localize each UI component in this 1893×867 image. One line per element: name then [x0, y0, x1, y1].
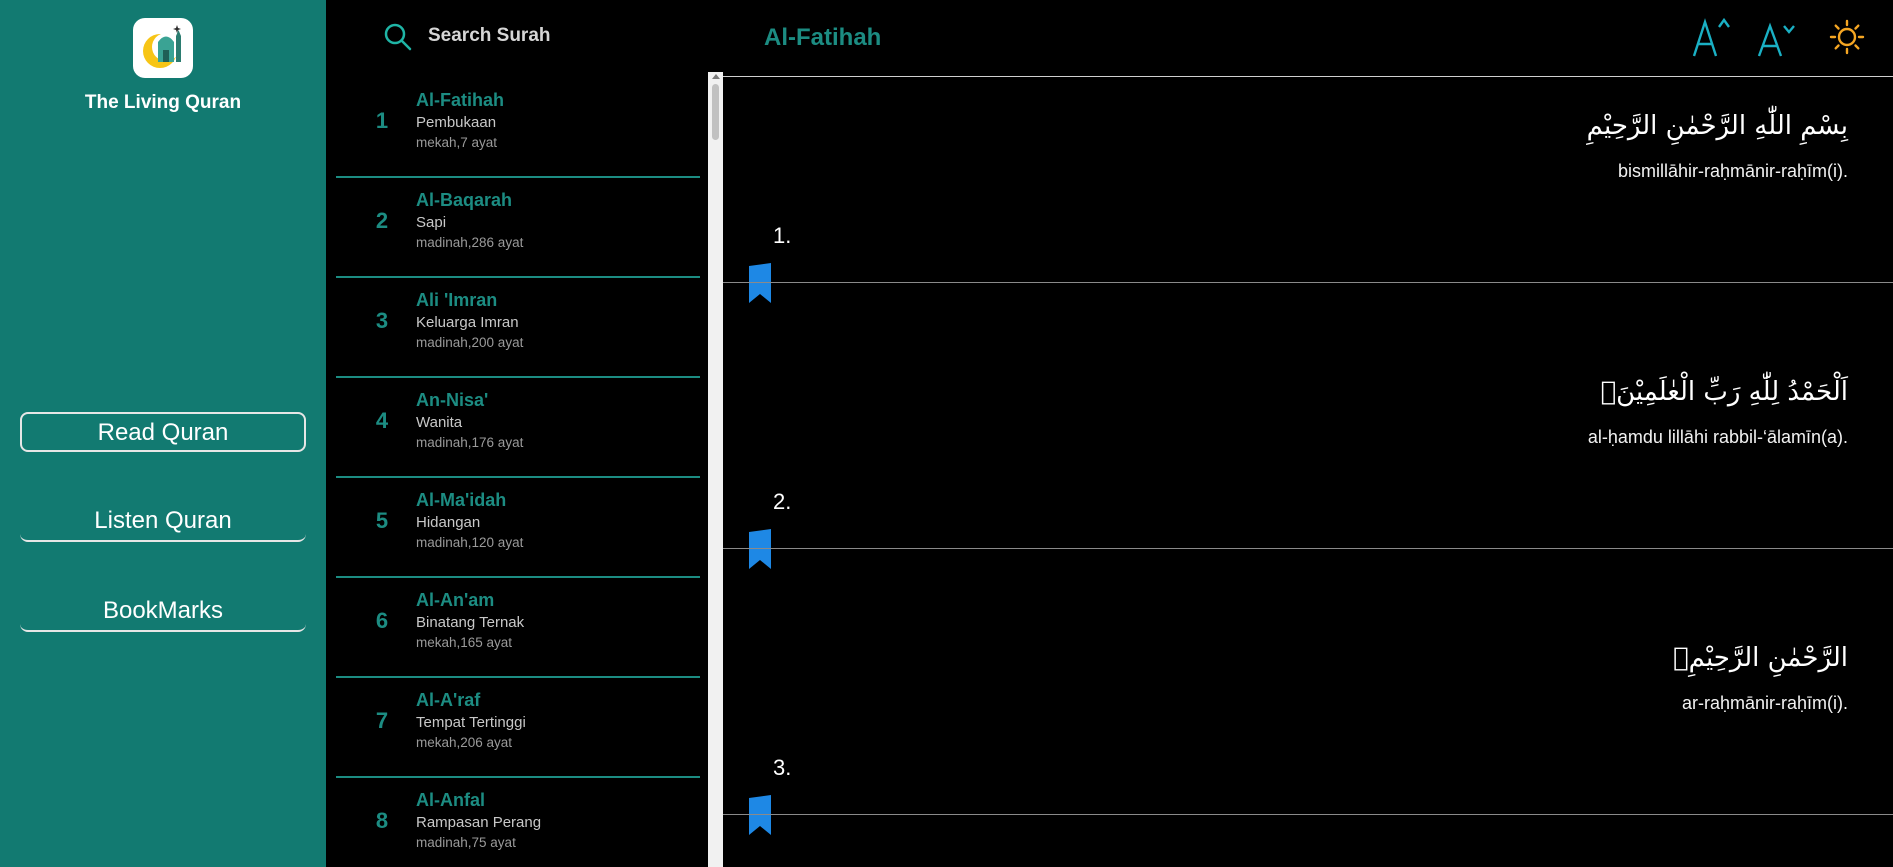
- surah-info: mekah,165 ayat: [416, 635, 513, 650]
- surah-meaning: Binatang Ternak: [416, 614, 525, 631]
- surah-item[interactable]: 6 Al-An'am Binatang Ternak mekah,165 aya…: [336, 578, 700, 678]
- surah-info: madinah,176 ayat: [416, 435, 524, 450]
- surah-number: 7: [375, 708, 389, 733]
- reader-title: Al-Fatihah: [764, 24, 882, 51]
- surah-item[interactable]: 1 Al-Fatihah Pembukaan mekah,7 ayat: [336, 78, 700, 178]
- verse-divider: [723, 282, 1893, 283]
- verse-latin: ar-raḥmānir-raḥīm(i).: [1681, 693, 1848, 713]
- verse-latin: al-ḥamdu lillāhi rabbil-‘ālamīn(a).: [1587, 427, 1848, 447]
- verse-number: 2.: [773, 489, 792, 514]
- surah-info: madinah,75 ayat: [416, 835, 516, 850]
- increase-font-button[interactable]: [1690, 14, 1736, 60]
- surah-meaning: Rampasan Perang: [416, 814, 542, 831]
- surah-number: 3: [375, 308, 389, 333]
- font-decrease-icon: [1757, 22, 1795, 57]
- bookmark-icon[interactable]: [747, 529, 773, 569]
- surah-info: madinah,120 ayat: [416, 535, 524, 550]
- surah-item[interactable]: 8 Al-Anfal Rampasan Perang madinah,75 ay…: [336, 778, 700, 867]
- surah-number: 4: [375, 408, 389, 433]
- surah-number: 8: [375, 808, 389, 833]
- scroll-thumb[interactable]: [712, 84, 719, 140]
- bookmark-icon[interactable]: [747, 795, 773, 835]
- nav-read-quran[interactable]: Read Quran: [20, 412, 306, 452]
- verse-arabic: بِسْمِ اللّٰهِ الرَّحْمٰنِ الرَّحِيْمِ: [1586, 111, 1848, 141]
- verse-number: 1.: [773, 223, 792, 248]
- surah-item[interactable]: 2 Al-Baqarah Sapi madinah,286 ayat: [336, 178, 700, 278]
- verse-divider: [723, 814, 1893, 815]
- nav-bookmarks[interactable]: BookMarks: [20, 592, 306, 632]
- verse: بِسْمِ اللّٰهِ الرَّحْمٰنِ الرَّحِيْمِ b…: [723, 77, 1893, 343]
- app-logo: [133, 18, 193, 78]
- bookmark-icon[interactable]: [747, 263, 773, 303]
- surah-meaning: Hidangan: [416, 514, 481, 531]
- nav-listen-quran[interactable]: Listen Quran: [20, 502, 306, 542]
- surah-name: An-Nisa': [416, 390, 489, 410]
- verse-divider: [723, 548, 1893, 549]
- decrease-font-button[interactable]: [1755, 14, 1801, 60]
- surah-info: madinah,200 ayat: [416, 335, 524, 350]
- surah-item[interactable]: 5 Al-Ma'idah Hidangan madinah,120 ayat: [336, 478, 700, 578]
- moon-mosque-icon: [143, 25, 181, 68]
- surah-item[interactable]: 3 Ali 'Imran Keluarga Imran madinah,200 …: [336, 278, 700, 378]
- verse-latin: bismillāhir-raḥmānir-raḥīm(i).: [1617, 161, 1848, 181]
- surah-number: 1: [375, 108, 389, 133]
- sidebar: The Living Quran Read Quran Listen Quran…: [0, 0, 326, 867]
- surah-meaning: Sapi: [416, 214, 447, 231]
- surah-number: 2: [375, 208, 389, 233]
- verse-arabic: اَلْحَمْدُ لِلّٰهِ رَبِّ الْعٰلَمِيْنَۙ: [1600, 377, 1848, 407]
- surah-number: 6: [375, 608, 389, 633]
- surah-info: mekah,7 ayat: [416, 135, 498, 150]
- surah-list: 1 Al-Fatihah Pembukaan mekah,7 ayat 2 Al…: [336, 78, 700, 867]
- surah-name: Al-Anfal: [416, 790, 485, 810]
- surah-name: Al-Fatihah: [416, 90, 504, 110]
- surah-meaning: Wanita: [416, 414, 463, 431]
- surah-name: Al-Baqarah: [416, 190, 513, 210]
- theme-toggle-button[interactable]: [1826, 14, 1872, 60]
- verse: اَلْحَمْدُ لِلّٰهِ رَبِّ الْعٰلَمِيْنَۙ …: [723, 343, 1893, 609]
- surah-item[interactable]: 7 Al-A'raf Tempat Tertinggi mekah,206 ay…: [336, 678, 700, 778]
- surah-number: 5: [375, 508, 389, 533]
- surah-meaning: Tempat Tertinggi: [416, 714, 526, 731]
- search-input[interactable]: [428, 18, 688, 54]
- surah-meaning: Pembukaan: [416, 114, 497, 131]
- search-icon[interactable]: [383, 22, 413, 52]
- sun-icon: [1829, 19, 1865, 55]
- surah-item[interactable]: 4 An-Nisa' Wanita madinah,176 ayat: [336, 378, 700, 478]
- verse: الرَّحْمٰنِ الرَّحِيْمِۙ ar-raḥmānir-raḥ…: [723, 609, 1893, 867]
- verse-arabic: الرَّحْمٰنِ الرَّحِيْمِۙ: [1673, 643, 1848, 673]
- surah-name: Al-Ma'idah: [416, 490, 507, 510]
- surah-info: madinah,286 ayat: [416, 235, 524, 250]
- scroll-up-arrow-icon[interactable]: [712, 74, 720, 79]
- surah-list-scrollbar[interactable]: [708, 72, 723, 867]
- surah-meaning: Keluarga Imran: [416, 314, 519, 331]
- surah-info: mekah,206 ayat: [416, 735, 513, 750]
- surah-name: Al-A'raf: [416, 690, 481, 710]
- app-title: The Living Quran: [84, 92, 242, 113]
- verse-number: 3.: [773, 755, 792, 780]
- surah-name: Ali 'Imran: [416, 290, 498, 310]
- surah-name: Al-An'am: [416, 590, 495, 610]
- font-increase-icon: [1692, 17, 1730, 57]
